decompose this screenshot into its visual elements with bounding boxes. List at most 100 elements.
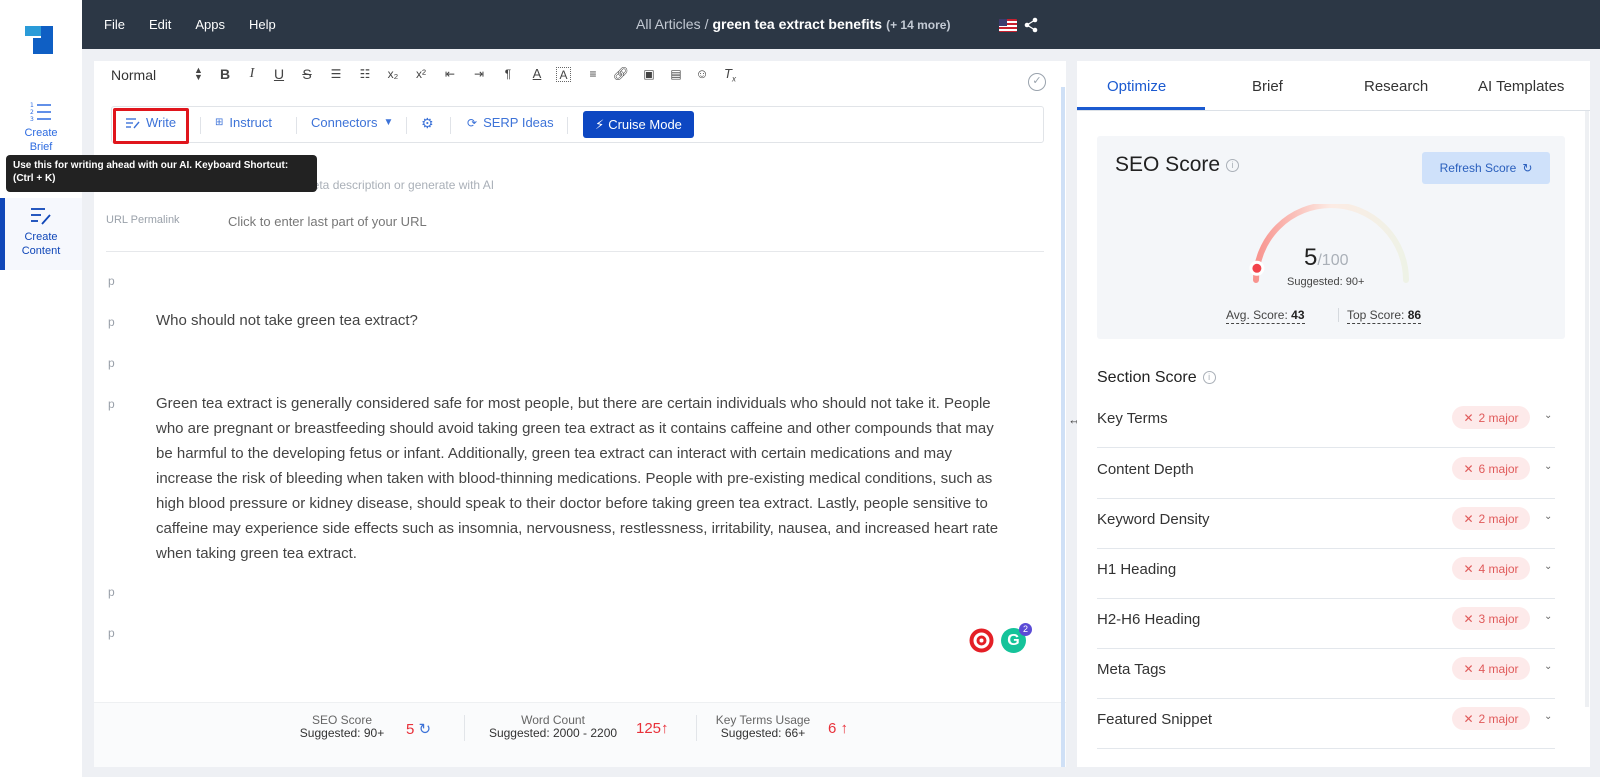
section-row[interactable]: Meta Tags ✕ 4 major ⌄ xyxy=(1097,649,1555,699)
cruise-mode-button[interactable]: ⚡︎ Cruise Mode xyxy=(583,111,694,138)
instruct-button[interactable]: ⊞ Instruct xyxy=(215,115,272,130)
seo-score-value: 5/100 xyxy=(1304,244,1349,272)
menu-help[interactable]: Help xyxy=(249,17,276,32)
us-flag-icon[interactable] xyxy=(999,19,1017,32)
superscript-icon[interactable]: x² xyxy=(412,65,430,83)
emoji-icon[interactable]: ☺ xyxy=(693,65,711,83)
check-circle-icon[interactable]: ✓ xyxy=(1028,73,1046,91)
info-icon[interactable]: i xyxy=(1202,371,1216,385)
italic-icon[interactable]: I xyxy=(243,65,261,83)
ordered-list-icon[interactable]: ☰ xyxy=(327,65,345,83)
footer-terms-number: 6 xyxy=(828,720,837,737)
chevron-down-icon[interactable]: ⌄ xyxy=(1544,511,1552,522)
bold-icon[interactable]: B xyxy=(216,65,234,83)
bullet-list-icon[interactable]: ☷ xyxy=(356,65,374,83)
tab-research[interactable]: Research xyxy=(1364,78,1428,95)
strikethrough-icon[interactable]: S xyxy=(298,65,316,83)
tab-optimize[interactable]: Optimize xyxy=(1107,78,1166,95)
connectors-dropdown[interactable]: Connectors ▼ xyxy=(311,115,393,130)
section-row[interactable]: Content Depth ✕ 6 major ⌄ xyxy=(1097,449,1555,499)
ai-toolbar: Write ⊞ Instruct Connectors ▼ ⚙ ⟳ SERP I… xyxy=(111,106,1044,143)
breadcrumb-all-articles[interactable]: All Articles xyxy=(636,16,701,32)
font-color-icon[interactable]: A xyxy=(528,65,546,83)
meta-description-placeholder[interactable]: neta description or generate with AI xyxy=(306,178,494,192)
section-row-name: H1 Heading xyxy=(1097,561,1177,578)
section-row[interactable]: H1 Heading ✕ 4 major ⌄ xyxy=(1097,549,1555,599)
underline-icon[interactable]: U xyxy=(270,65,288,83)
seo-score-suggested: Suggested: 90+ xyxy=(1287,276,1365,288)
share-icon[interactable] xyxy=(1024,17,1038,33)
edit-lines-icon xyxy=(31,208,51,225)
right-tabs: Optimize Brief Research AI Templates xyxy=(1077,61,1590,111)
paragraph-tag: p xyxy=(108,397,115,411)
top-score-label: Top Score: xyxy=(1347,308,1405,322)
top-score[interactable]: Top Score: 86 xyxy=(1347,308,1422,324)
format-select[interactable]: Normal xyxy=(111,67,156,83)
info-icon[interactable]: i xyxy=(1226,158,1240,172)
chevron-down-icon[interactable]: ⌄ xyxy=(1544,561,1552,572)
subscript-icon[interactable]: x₂ xyxy=(384,65,402,83)
outdent-icon[interactable]: ⇤ xyxy=(441,65,459,83)
chevron-down-icon[interactable]: ⌄ xyxy=(1544,661,1552,672)
ai-separator xyxy=(296,117,297,134)
paragraph-tag: p xyxy=(108,274,115,288)
menu-file[interactable]: File xyxy=(104,17,125,32)
left-nav: 123 Create Brief Create Content xyxy=(0,0,82,777)
section-row-badge: ✕ 4 major xyxy=(1452,557,1530,580)
section-row[interactable]: Featured Snippet ✕ 2 major ⌄ xyxy=(1097,699,1555,749)
nav-create-content[interactable]: Create Content xyxy=(0,198,82,270)
breadcrumb-current[interactable]: green tea extract benefits xyxy=(712,16,882,32)
settings-gear-icon[interactable]: ⚙ xyxy=(421,115,434,132)
indent-icon[interactable]: ⇥ xyxy=(470,65,488,83)
footer-seo-value: 5 ↻ xyxy=(406,720,431,738)
ai-separator xyxy=(450,117,451,134)
serp-ideas-button[interactable]: ⟳ SERP Ideas xyxy=(467,115,554,130)
menu-bar: File Edit Apps Help xyxy=(104,17,300,32)
right-scrollbar[interactable] xyxy=(1585,111,1589,707)
body-line: be harmful to the developing fetus or in… xyxy=(156,445,953,462)
question-paragraph[interactable]: Who should not take green tea extract? xyxy=(156,308,418,333)
refresh-icon[interactable]: ↻ xyxy=(419,721,432,738)
avg-score[interactable]: Avg. Score: 43 xyxy=(1226,308,1305,324)
chevron-down-icon[interactable]: ⌄ xyxy=(1544,611,1552,622)
section-row-badge: ✕ 3 major xyxy=(1452,607,1530,630)
chevron-down-icon[interactable]: ⌄ xyxy=(1544,711,1552,722)
highlight-icon[interactable]: A xyxy=(556,67,571,82)
section-row-badge: ✕ 2 major xyxy=(1452,406,1530,429)
video-icon[interactable]: ▤ xyxy=(667,65,685,83)
chevron-down-icon[interactable]: ⌄ xyxy=(1544,410,1552,421)
section-row[interactable]: H2-H6 Heading ✕ 3 major ⌄ xyxy=(1097,599,1555,649)
section-row[interactable]: Key Terms ✕ 2 major ⌄ xyxy=(1097,398,1555,448)
arrow-up-icon: ↑ xyxy=(840,720,849,737)
footer-seo-suggested: Suggested: 90+ xyxy=(299,726,385,740)
nav-create-brief[interactable]: 123 Create Brief xyxy=(0,102,82,156)
grammarly-count-badge: 2 xyxy=(1019,623,1032,636)
editor-scrollbar[interactable] xyxy=(1061,87,1065,767)
menu-edit[interactable]: Edit xyxy=(149,17,171,32)
clear-format-icon[interactable]: Tx xyxy=(721,65,739,84)
chevron-down-icon[interactable]: ⌄ xyxy=(1544,461,1552,472)
section-row-name: H2-H6 Heading xyxy=(1097,611,1201,628)
app-logo[interactable] xyxy=(25,26,53,54)
menu-apps[interactable]: Apps xyxy=(195,17,225,32)
target-icon[interactable] xyxy=(969,628,994,653)
body-paragraph[interactable]: Green tea extract is generally considere… xyxy=(156,391,1036,566)
body-line: when taking green tea extract. xyxy=(156,545,357,562)
breadcrumb-more[interactable]: (+ 14 more) xyxy=(886,18,950,32)
section-row-badge-text: 4 major xyxy=(1478,661,1519,676)
format-select-arrows-icon: ▲ ▼ xyxy=(194,65,203,82)
ai-separator xyxy=(567,117,568,134)
section-row[interactable]: Keyword Density ✕ 2 major ⌄ xyxy=(1097,499,1555,549)
active-tab-indicator xyxy=(1077,107,1205,110)
link-icon[interactable]: 🔗︎ xyxy=(612,65,630,83)
align-icon[interactable]: ≡ xyxy=(584,65,602,83)
text-direction-icon[interactable]: ¶ xyxy=(499,65,517,83)
tab-ai-templates[interactable]: AI Templates xyxy=(1478,78,1564,95)
close-x-icon: ✕ xyxy=(1463,611,1474,626)
tab-brief[interactable]: Brief xyxy=(1252,78,1283,95)
permalink-input[interactable]: Click to enter last part of your URL xyxy=(228,214,427,229)
refresh-score-button[interactable]: Refresh Score ↻ xyxy=(1422,152,1550,184)
image-icon[interactable]: ▣ xyxy=(640,65,658,83)
seo-score-number: 5 xyxy=(1304,244,1318,271)
write-tooltip: Use this for writing ahead with our AI. … xyxy=(6,155,317,192)
